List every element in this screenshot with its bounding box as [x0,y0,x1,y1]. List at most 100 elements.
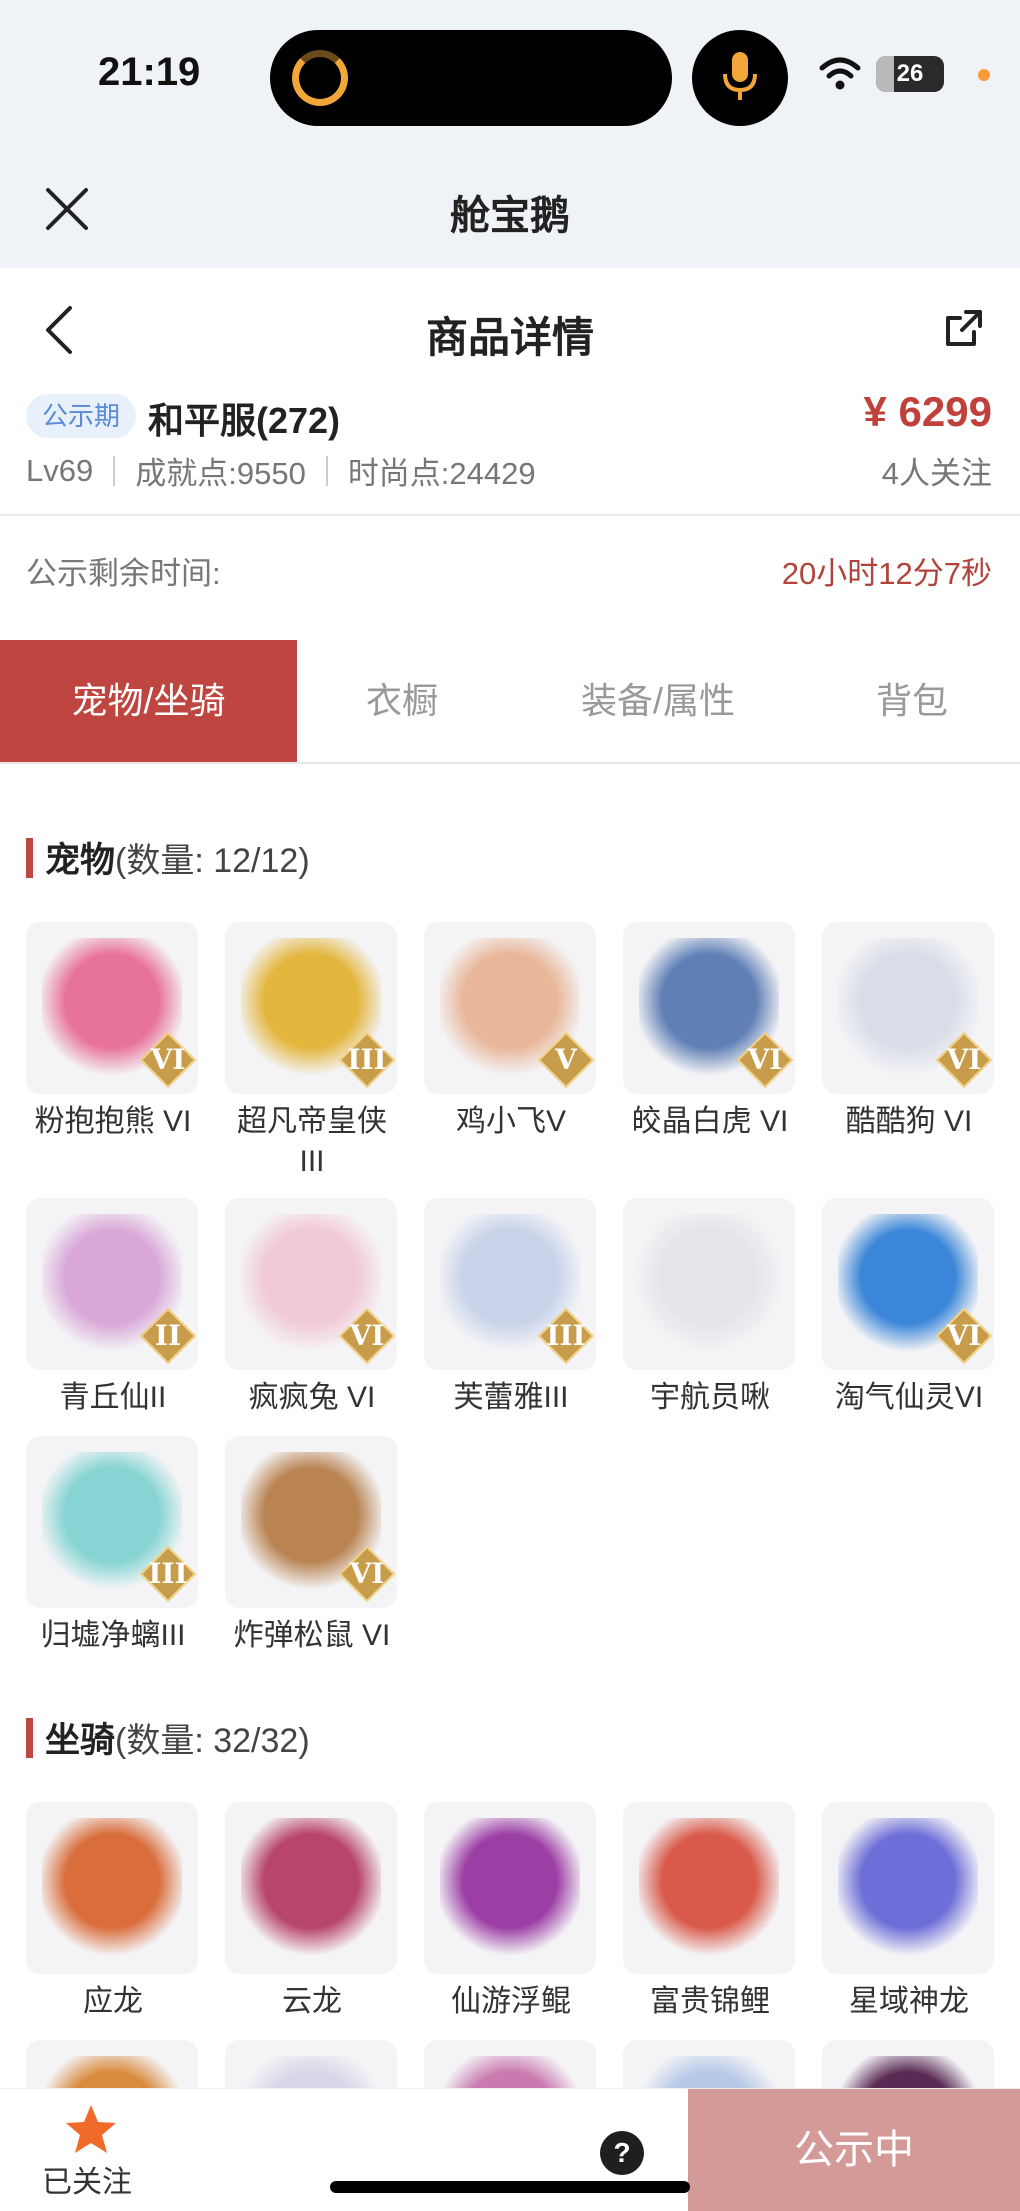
pet-thumbnail: II [26,1198,198,1370]
mount-image [241,1818,381,1958]
countdown-label: 公示剩余时间: [26,556,221,591]
pet-item[interactable]: VI 淘气仙灵VI [822,1198,996,1418]
divider [325,455,328,486]
pet-thumbnail: VI [623,922,795,1094]
dynamic-island [270,30,672,126]
divider [0,514,1020,516]
mount-thumbnail [822,1802,994,1974]
pet-name: 疯疯兔 VI [248,1381,376,1414]
pet-name: 酷酷狗 VI [845,1105,973,1138]
listing-info: 公示期 和平服(272) ¥ 6299 Lv69 成就点:9550 时尚点:24… [0,388,1020,516]
mount-image [42,1818,182,1958]
section-accent [26,1717,33,1758]
account-stats: Lv69 成就点:9550 时尚点:24429 [26,448,536,493]
mount-thumbnail [26,1802,198,1974]
tab-pets-mounts[interactable]: 宠物/坐骑 [0,640,297,762]
section-accent [26,837,33,878]
status-time: 21:19 [98,50,201,94]
tier-label: VI [349,1557,385,1590]
pet-item[interactable]: VI 疯疯兔 VI [225,1198,399,1418]
battery-level: 26 [896,60,924,87]
mount-name: 应龙 [83,1985,143,2018]
pet-item[interactable]: VI 炸弹松鼠 VI [225,1436,399,1656]
mount-image [838,1818,978,1958]
pet-name: 淘气仙灵VI [834,1381,984,1414]
level-text: Lv69 [26,452,94,488]
status-badge: 公示期 [26,394,137,438]
tier-label: VI [946,1043,982,1076]
tier-label: VI [150,1043,186,1076]
tier-label: III [148,1557,188,1590]
mount-name: 云龙 [282,1985,342,2018]
star-icon[interactable] [64,2103,118,2155]
mount-name: 富贵锦鲤 [650,1985,770,2018]
countdown-value: 20小时12分7秒 [781,556,992,591]
page-title: 商品详情 [425,314,594,361]
pets-section-title: 宠物 [45,841,116,880]
follow-button-label[interactable]: 已关注 [42,2157,132,2201]
mount-item[interactable]: 富贵锦鲤 [623,1802,797,2022]
mount-item[interactable]: 应龙 [26,1802,200,2022]
tier-label: III [546,1319,586,1352]
achievement-points: 成就点:9550 [135,456,306,491]
microphone-icon [723,52,757,100]
pet-thumbnail [623,1198,795,1370]
pet-name: 炸弹松鼠 VI [233,1619,391,1652]
pet-item[interactable]: VI 酷酷狗 VI [822,922,996,1142]
mount-thumbnail [424,1802,596,1974]
mounts-section-header: 坐骑 (数量: 32/32) [26,1712,310,1763]
divider [113,455,116,486]
microphone-indicator [692,30,788,126]
pet-name: 皎晶白虎 VI [631,1105,789,1138]
status-bar: 21:19 26 [0,0,1020,150]
battery-indicator: 26 [876,56,944,92]
pet-name: 归墟净螭III [40,1619,186,1652]
pet-thumbnail: III [26,1436,198,1608]
privacy-dot [978,69,990,81]
pet-item[interactable]: VI 粉抱抱熊 VI [26,922,200,1142]
pet-item[interactable]: III 归墟净螭III [26,1436,200,1656]
miniapp-title: 舱宝鹅 [450,194,570,238]
pet-name: 鸡小飞V [455,1105,566,1138]
tab-wardrobe[interactable]: 衣橱 [297,640,507,762]
mount-item[interactable]: 仙游浮鲲 [424,1802,598,2022]
wifi-icon [819,57,861,90]
pet-item[interactable]: VI 皎晶白虎 VI [623,922,797,1142]
pets-count: (数量: 12/12) [115,842,310,880]
pet-name: 芙蕾雅III [453,1381,569,1414]
tier-label: II [154,1319,182,1352]
follower-count: 4人关注 [881,456,992,491]
pet-item[interactable]: V 鸡小飞V [424,922,598,1142]
miniapp-header: 舱宝鹅 [0,150,1020,268]
fashion-points: 时尚点:24429 [347,456,536,491]
pets-section-header: 宠物 (数量: 12/12) [26,832,310,883]
tab-bar: 宠物/坐骑 衣橱 装备/属性 背包 [0,640,1020,764]
pet-thumbnail: VI [822,1198,994,1370]
server-name: 和平服(272) [148,400,341,441]
help-icon[interactable]: ? [600,2131,644,2175]
tab-equipment[interactable]: 装备/属性 [540,640,776,762]
tier-label: VI [946,1319,982,1352]
public-status-button[interactable]: 公示中 [688,2089,1020,2211]
pet-thumbnail: VI [26,922,198,1094]
pet-item[interactable]: III 芙蕾雅III [424,1198,598,1418]
home-indicator [330,2181,690,2193]
pet-thumbnail: VI [822,922,994,1094]
pet-item[interactable]: II 青丘仙II [26,1198,200,1418]
mount-thumbnail [623,1802,795,1974]
mount-image [440,1818,580,1958]
mount-item[interactable]: 云龙 [225,1802,399,2022]
mounts-section-title: 坐骑 [45,1721,116,1760]
pet-thumbnail: VI [225,1198,397,1370]
pet-name: 超凡帝皇侠III [237,1105,387,1178]
mount-image [639,1818,779,1958]
pet-item[interactable]: 宇航员啾 [623,1198,797,1418]
tier-label: III [347,1043,387,1076]
pet-thumbnail: III [225,922,397,1094]
share-icon[interactable] [944,308,984,348]
pet-item[interactable]: III 超凡帝皇侠III [225,922,399,1182]
tier-label: VI [349,1319,385,1352]
mount-item[interactable]: 星域神龙 [822,1802,996,2022]
tab-backpack[interactable]: 背包 [820,640,1004,762]
page-header: 商品详情 [0,268,1020,388]
